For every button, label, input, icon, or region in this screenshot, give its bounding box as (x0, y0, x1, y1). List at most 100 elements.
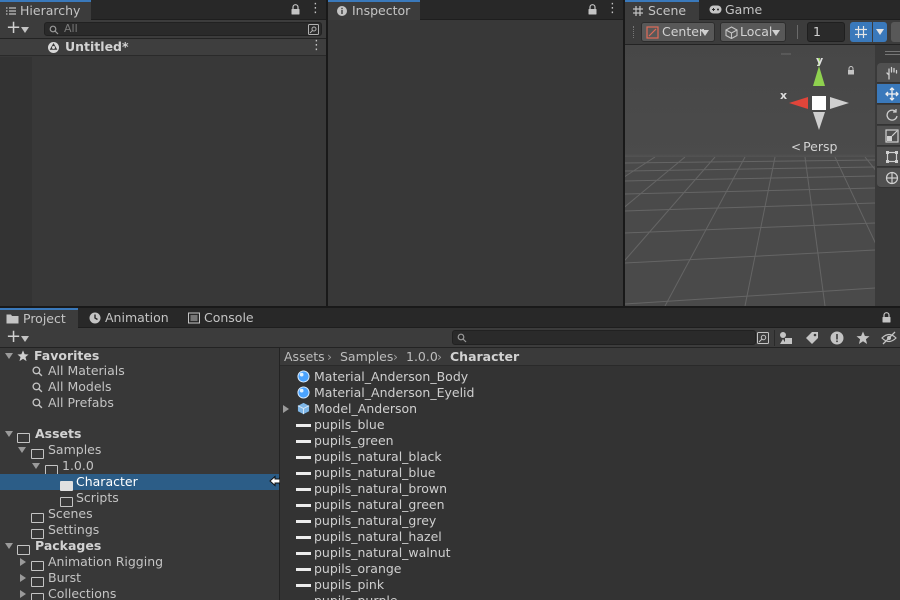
pivot-mode-dropdown[interactable]: Center (641, 22, 715, 42)
lock-icon[interactable] (291, 4, 300, 15)
tree-version[interactable]: 1.0.0 (0, 458, 279, 475)
folder-icon (31, 560, 44, 571)
kebab-menu-icon[interactable]: ⋮ (606, 2, 619, 17)
y-axis-cone[interactable] (813, 66, 825, 86)
tree-package-item[interactable]: Burst (0, 570, 279, 587)
tree-scripts[interactable]: Scripts (0, 490, 279, 507)
search-by-type-icon[interactable] (757, 332, 769, 344)
breadcrumb-item[interactable]: Samples (340, 348, 393, 366)
asset-row[interactable]: pupils_blue (280, 417, 900, 433)
tree-label: Animation Rigging (48, 554, 164, 569)
expand-arrow-icon[interactable] (20, 574, 26, 582)
expand-arrow-icon[interactable] (32, 463, 40, 469)
project-search-input[interactable] (452, 330, 756, 345)
asset-row[interactable]: pupils_purple (280, 593, 900, 600)
chevron-down-icon[interactable] (21, 27, 29, 33)
label-filter-icon[interactable] (805, 331, 819, 345)
tab-inspector[interactable]: Inspector (328, 0, 420, 20)
model-icon (297, 402, 310, 415)
scene-kebab-icon[interactable]: ⋮ (310, 39, 323, 54)
add-icon[interactable]: + (6, 19, 21, 37)
asset-row[interactable]: Material_Anderson_Eyelid (280, 385, 900, 401)
lock-icon[interactable] (882, 312, 891, 323)
issues-filter-icon[interactable] (830, 331, 844, 345)
asset-row[interactable]: pupils_natural_blue (280, 465, 900, 481)
texture-icon (296, 536, 311, 539)
tree-samples[interactable]: Samples (0, 442, 279, 459)
projection-label: Persp (803, 139, 838, 154)
tree-settings[interactable]: Settings (0, 522, 279, 539)
expand-arrow-icon[interactable] (18, 447, 26, 453)
projection-toggle[interactable]: < Persp (791, 139, 837, 154)
texture-icon (296, 520, 311, 523)
tab-console[interactable]: Console (184, 308, 264, 328)
tab-scene[interactable]: Scene (625, 0, 699, 20)
tab-project[interactable]: Project (0, 308, 78, 328)
search-by-type-icon[interactable] (308, 24, 319, 35)
grid-snap-dropdown[interactable] (873, 22, 887, 42)
move-tool-button[interactable] (877, 84, 900, 104)
lock-icon[interactable] (588, 4, 597, 15)
create-add-icon[interactable]: + (6, 327, 21, 347)
chevron-down-icon[interactable] (21, 336, 29, 342)
scale-tool-button[interactable] (877, 126, 900, 146)
rect-tool-button[interactable] (877, 147, 900, 167)
asset-row[interactable]: pupils_natural_green (280, 497, 900, 513)
breadcrumb-current[interactable]: Character (450, 348, 519, 366)
search-input[interactable]: All (44, 22, 322, 36)
expand-arrow-icon[interactable] (5, 353, 13, 359)
asset-row[interactable]: pupils_natural_grey (280, 513, 900, 529)
tree-package-item[interactable]: Animation Rigging (0, 554, 279, 571)
pivot-rotation-dropdown[interactable]: Local (720, 22, 786, 42)
breadcrumb-item[interactable]: Assets (284, 348, 325, 366)
hidden-packages-icon[interactable] (881, 331, 897, 345)
breadcrumb: Assets › Samples › 1.0.0 › Character (280, 348, 900, 366)
asset-row[interactable]: pupils_natural_brown (280, 481, 900, 497)
toolbar-overflow[interactable] (891, 22, 900, 42)
asset-row[interactable]: pupils_natural_walnut (280, 545, 900, 561)
neg-x-axis-cone[interactable] (830, 97, 849, 109)
expand-arrow-icon[interactable] (283, 405, 289, 413)
tree-packages[interactable]: Packages (0, 538, 279, 555)
rotate-tool-button[interactable] (877, 105, 900, 125)
project-toolbar: + (0, 327, 900, 348)
hand-tool-button[interactable] (877, 63, 900, 83)
tab-game[interactable]: Game (705, 0, 775, 20)
tree-character[interactable]: Character (0, 474, 279, 491)
folder-open-icon (45, 464, 58, 475)
breadcrumb-item[interactable]: 1.0.0 (406, 348, 438, 366)
tree-favorite-item[interactable]: All Prefabs (0, 395, 279, 411)
gizmo-center-cube[interactable] (812, 96, 826, 110)
kebab-menu-icon[interactable]: ⋮ (309, 2, 322, 17)
grid-snap-toggle[interactable] (850, 22, 872, 42)
expand-arrow-icon[interactable] (5, 543, 13, 549)
tree-favorite-item[interactable]: All Models (0, 379, 279, 395)
expand-arrow-icon[interactable] (5, 431, 13, 437)
asset-row[interactable]: pupils_natural_hazel (280, 529, 900, 545)
scene-viewport[interactable]: y x < Persp (625, 45, 875, 306)
hierarchy-scene-header[interactable]: Untitled* ⋮ (0, 39, 326, 56)
favorite-star-icon[interactable] (856, 331, 870, 345)
asset-row[interactable]: Material_Anderson_Body (280, 369, 900, 385)
tree-scenes[interactable]: Scenes (0, 506, 279, 523)
tree-label: Character (76, 474, 138, 489)
asset-row[interactable]: pupils_orange (280, 561, 900, 577)
transform-tool-button[interactable] (877, 168, 900, 188)
asset-row[interactable]: pupils_natural_black (280, 449, 900, 465)
z-axis-cone[interactable] (813, 112, 825, 130)
asset-row[interactable]: pupils_pink (280, 577, 900, 593)
expand-arrow-icon[interactable] (20, 590, 26, 598)
tree-favorites[interactable]: Favorites (0, 348, 279, 364)
tab-animation[interactable]: Animation (85, 308, 175, 328)
folder-tree: Favorites All Materials All Models All P… (0, 348, 279, 600)
expand-arrow-icon[interactable] (20, 558, 26, 566)
search-by-type-filter-icon[interactable] (779, 331, 793, 345)
tree-package-item[interactable]: Collections (0, 586, 279, 600)
asset-row[interactable]: Model_Anderson (280, 401, 900, 417)
x-axis-cone[interactable] (789, 97, 808, 109)
tree-favorite-item[interactable]: All Materials (0, 363, 279, 379)
gizmo-lock-icon[interactable] (848, 66, 854, 75)
tree-assets[interactable]: Assets (0, 426, 279, 443)
grid-snap-value-field[interactable]: 1 (807, 22, 845, 42)
asset-row[interactable]: pupils_green (280, 433, 900, 449)
